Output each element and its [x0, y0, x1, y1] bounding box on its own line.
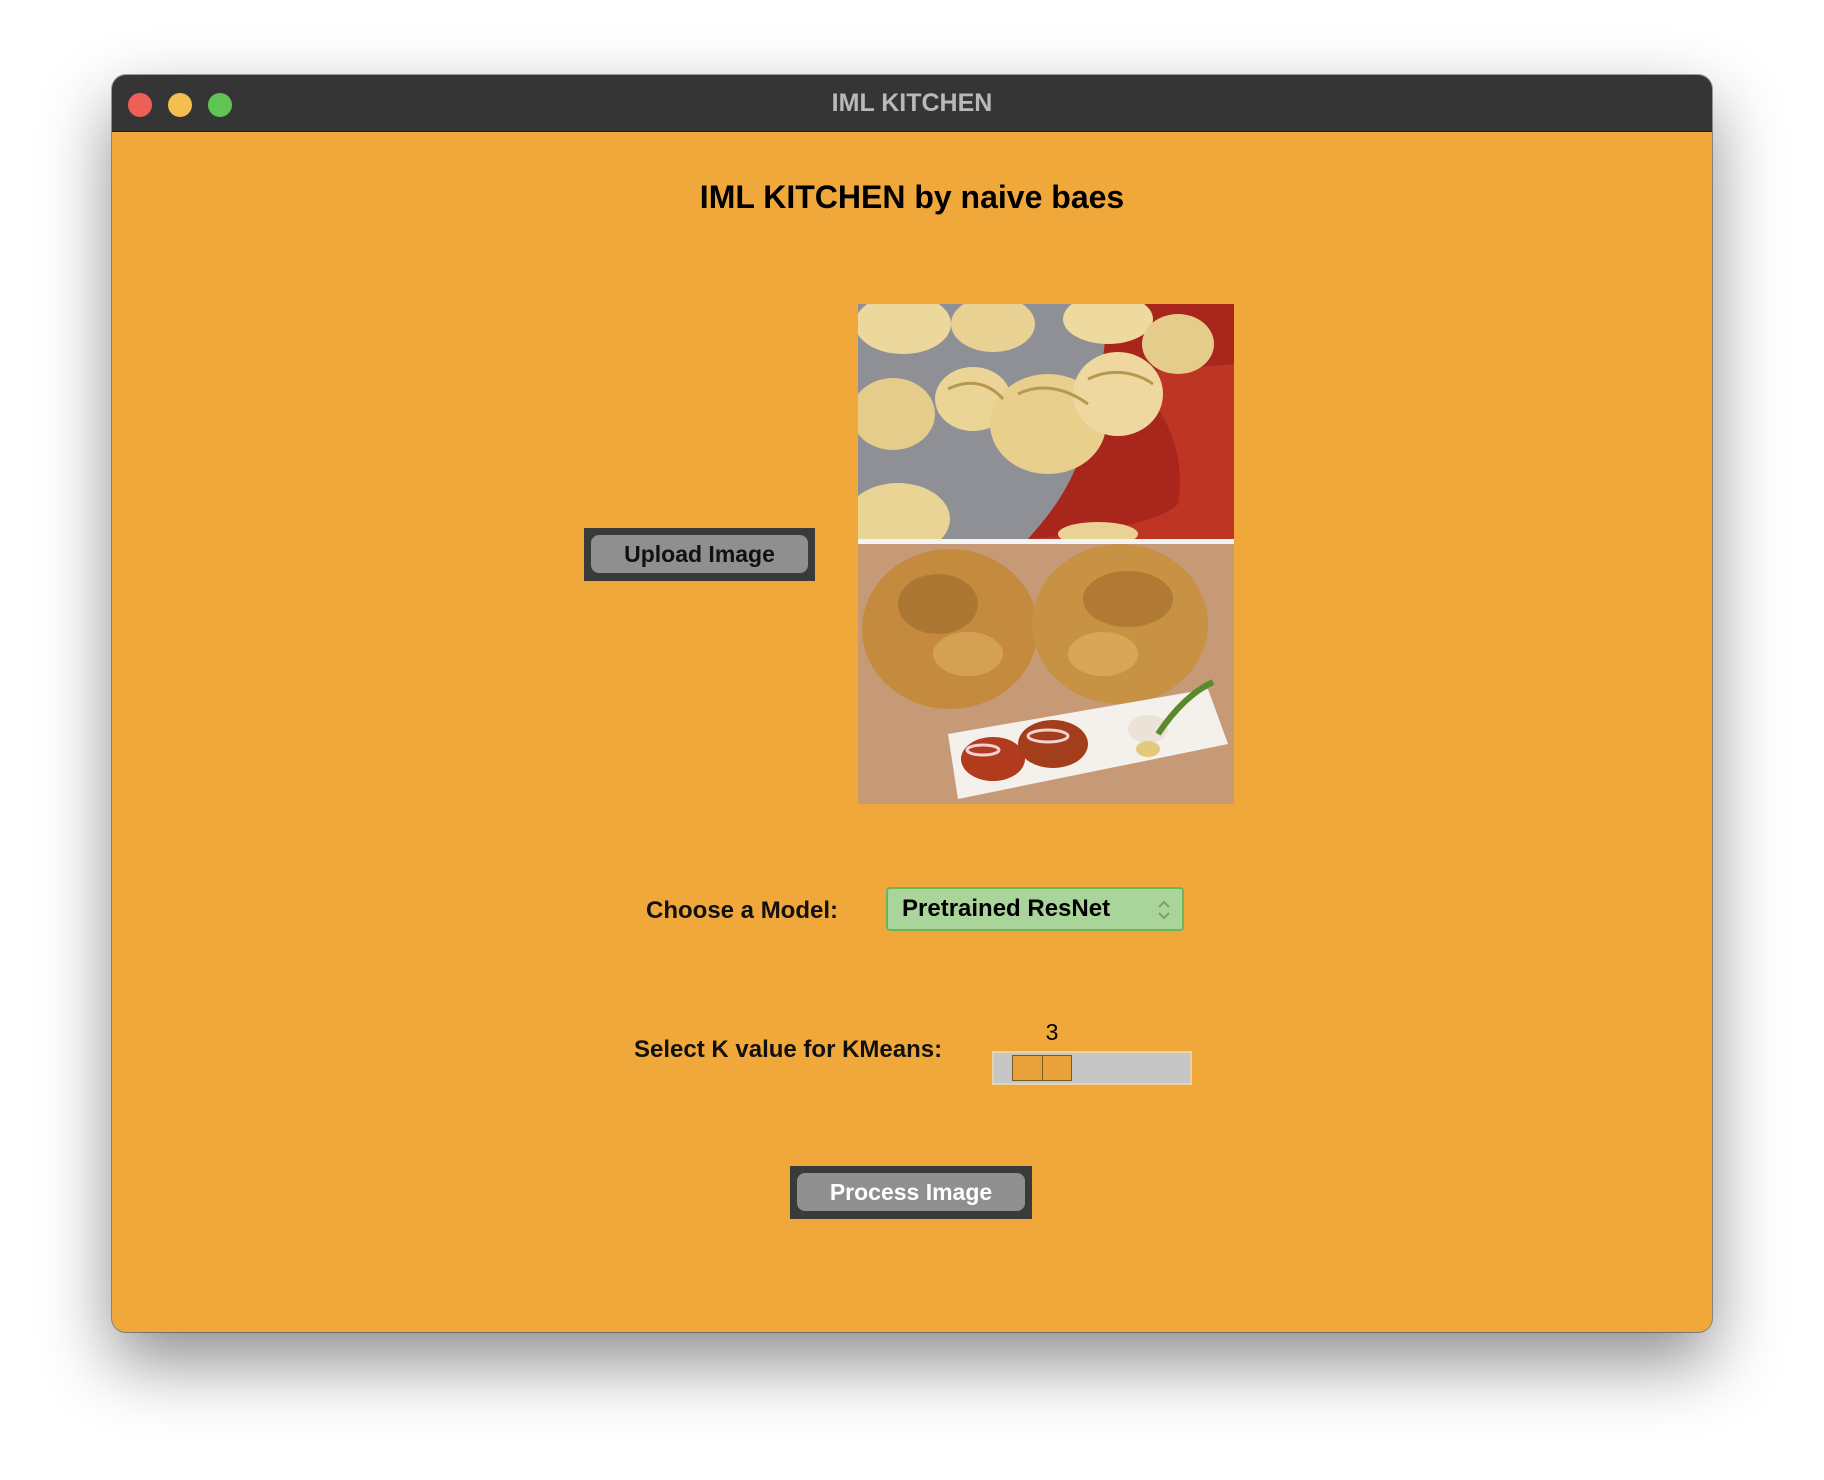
uploaded-image: [858, 304, 1234, 804]
upload-image-button[interactable]: Upload Image: [584, 528, 815, 581]
k-value-readout: 3: [1045, 1019, 1059, 1045]
window-title: IML KITCHEN: [831, 89, 993, 117]
slider-thumb[interactable]: [1012, 1055, 1072, 1081]
model-label: Choose a Model:: [646, 897, 839, 924]
title-bar: IML KITCHEN: [112, 75, 1712, 132]
model-dropdown-value: Pretrained ResNet: [902, 895, 1111, 922]
page-title: IML KITCHEN by naive baes: [699, 179, 1125, 215]
upload-image-button-label: Upload Image: [591, 535, 808, 573]
k-value-slider[interactable]: [992, 1051, 1192, 1085]
process-image-button[interactable]: Process Image: [790, 1166, 1032, 1219]
process-image-button-label: Process Image: [797, 1173, 1025, 1211]
model-dropdown[interactable]: Pretrained ResNet: [886, 887, 1184, 931]
app-window: IML KITCHEN IML KITCHEN by naive baes Up…: [112, 75, 1712, 1332]
k-value-label: Select K value for KMeans:: [634, 1036, 943, 1063]
chevron-updown-icon: [1158, 900, 1170, 920]
